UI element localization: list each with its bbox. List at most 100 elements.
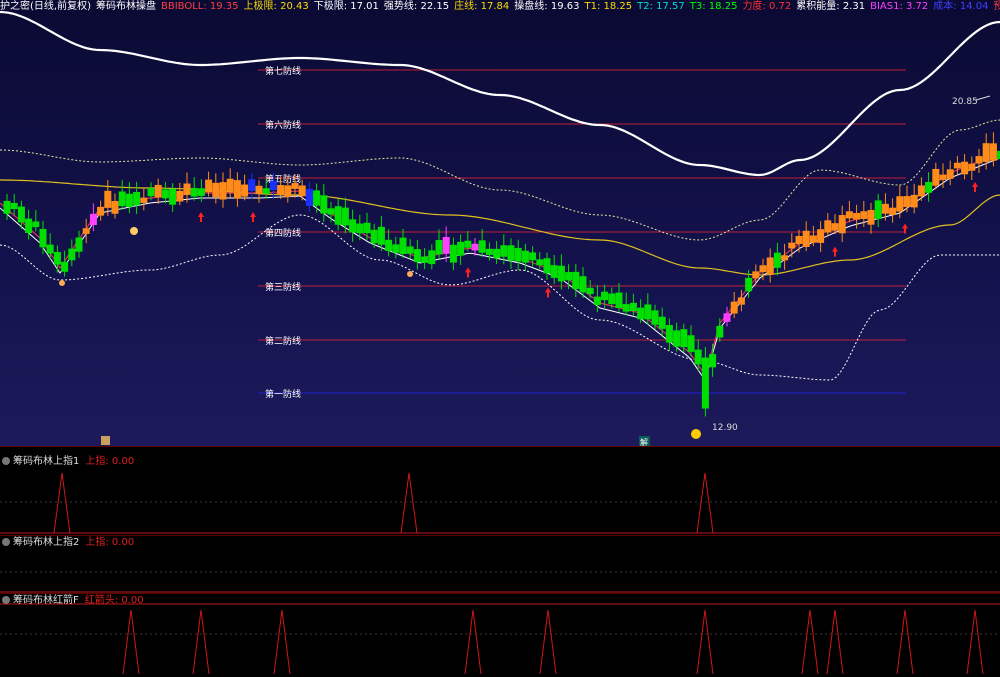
candle [212, 182, 220, 198]
header-item: T1: 18.25 [584, 1, 633, 12]
candle [975, 156, 983, 164]
candle [190, 187, 198, 197]
candle [493, 248, 501, 259]
red-arrow-icon [250, 212, 256, 222]
low-price-label: 12.90 [712, 423, 738, 433]
candle [399, 237, 407, 255]
subchart-3-name: 筹码布林红箭F [13, 595, 79, 606]
red-arrow-icon [832, 246, 838, 257]
signal-peak [53, 472, 71, 534]
level-label: 第四防线 [265, 227, 301, 239]
candle [25, 218, 33, 234]
candle [10, 202, 18, 210]
lower-band-line [0, 214, 1000, 381]
candle [370, 229, 378, 244]
candle [392, 244, 400, 253]
header-item: BIAS1: 3.72 [870, 1, 929, 12]
candle [982, 143, 990, 162]
candle [183, 183, 191, 195]
candle [824, 220, 832, 233]
high-price-label: 20.85 [952, 97, 978, 107]
candle [125, 193, 133, 207]
candle [61, 261, 69, 272]
candle [118, 191, 126, 207]
gear-icon[interactable] [2, 596, 10, 604]
candle [17, 206, 25, 223]
candle [464, 240, 472, 248]
signal-peak [896, 609, 914, 675]
subchart-2[interactable]: 筹码布林上指2 上指: 0.00 [0, 535, 1000, 594]
candle [133, 191, 141, 206]
candle [277, 185, 285, 195]
candle [752, 271, 760, 279]
candle [773, 252, 781, 268]
gear-icon[interactable] [2, 457, 10, 465]
candle [665, 325, 673, 343]
marker-box-icon [101, 436, 110, 445]
candle [867, 209, 875, 225]
strong-line [0, 10, 1000, 177]
candle [421, 256, 429, 263]
header-item: BBIBOLL: 19.35 [160, 1, 239, 12]
candle [197, 188, 205, 196]
candle [521, 250, 529, 263]
candle [97, 206, 105, 216]
candle [788, 242, 796, 249]
candle [939, 174, 947, 180]
main-chart-panel[interactable]: 第七防线 第六防线 第五防线 第四防线 第三防线 第二防线 第一防线 20.85 12.90 解 … [0, 0, 1000, 446]
candle [449, 244, 457, 263]
subchart-2-plot [0, 571, 1000, 593]
candle [680, 329, 688, 348]
header-item: 力度: 0.72 [742, 1, 792, 12]
candle [291, 183, 299, 189]
candle [845, 211, 853, 219]
candle [111, 200, 119, 214]
header-item: 筹码布林操盘 [95, 1, 156, 12]
subchart-1[interactable]: 筹码布林上指1 上指: 0.00 [0, 446, 1000, 536]
level-label: 第三防线 [265, 281, 301, 293]
header-item: T2: 17.57 [637, 1, 685, 12]
candle [673, 330, 681, 347]
signal-peak [122, 609, 140, 675]
candle [39, 228, 47, 248]
candle [334, 206, 342, 225]
subchart-1-plot [0, 472, 1000, 534]
gear-icon[interactable] [2, 538, 10, 546]
candle [46, 244, 54, 254]
candle [248, 179, 256, 191]
candle [615, 292, 623, 309]
candle [514, 247, 522, 262]
candle [809, 235, 817, 243]
level-label: 第六防线 [265, 119, 301, 131]
candle [622, 304, 630, 312]
candle [694, 349, 702, 365]
candle [161, 189, 169, 199]
candle [255, 185, 263, 194]
subchart-3[interactable]: 筹码布林红箭F 红箭头: 0.00 [0, 593, 1000, 675]
candle [989, 143, 997, 161]
red-arrow-icon [545, 287, 551, 298]
signal-peak [826, 609, 844, 675]
candle [601, 291, 609, 301]
indicator-header: 护之密(日线,前复权) 筹码布林操盘 BBIBOLL: 19.35 上极限: 20.4… [0, 0, 1000, 13]
candle [701, 357, 709, 409]
candle [565, 272, 573, 281]
candle [471, 243, 479, 251]
high-pointer [975, 95, 991, 101]
candle [608, 293, 616, 305]
candlestick-chart[interactable]: 第七防线第六防线第五防线第四防线第三防线第二防线第一防线20.8512.90解 [0, 0, 1000, 446]
header-item: 护之密(日线,前复权) [0, 1, 91, 12]
candle [356, 223, 364, 234]
signal-peak [273, 609, 291, 675]
candle [75, 237, 83, 252]
red-arrow-icon [198, 212, 204, 222]
candle [377, 226, 385, 245]
candle [205, 179, 213, 193]
candle [860, 211, 868, 219]
signal-peak [966, 609, 984, 675]
candle [82, 228, 90, 234]
candle [536, 259, 544, 266]
candle [341, 207, 349, 226]
candle [320, 195, 328, 214]
candle [305, 188, 313, 206]
